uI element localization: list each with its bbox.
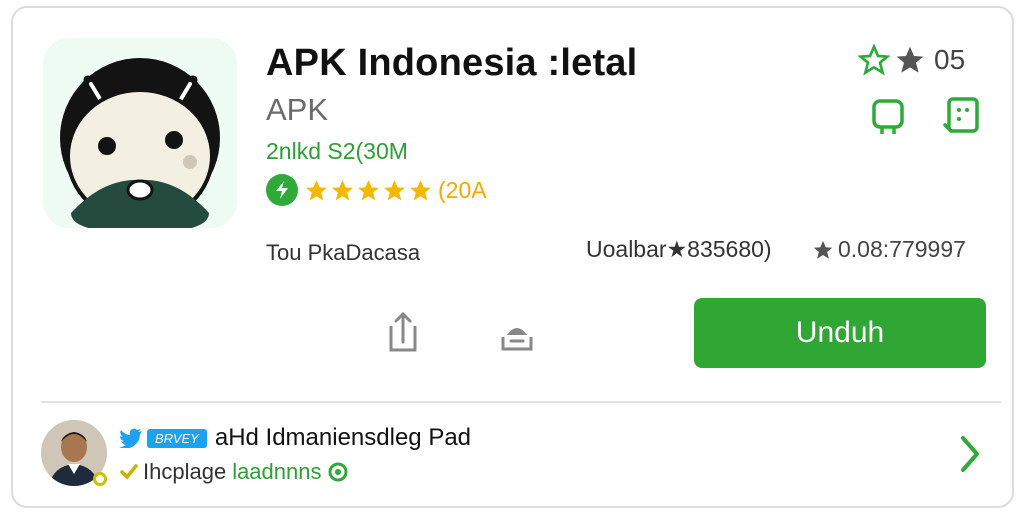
star-icon <box>358 179 379 200</box>
star-icon <box>858 44 890 76</box>
developer-name[interactable]: Tou PkaDacasa <box>266 240 420 266</box>
star-icon <box>410 179 431 200</box>
robot-icon[interactable] <box>868 94 908 138</box>
save-icon[interactable] <box>497 314 537 356</box>
share-icon[interactable] <box>383 308 423 356</box>
top-rating: 05 <box>858 44 965 76</box>
download-button[interactable]: Unduh <box>694 298 986 368</box>
top-rating-count: 05 <box>934 44 966 75</box>
rating-star-icon <box>813 240 833 259</box>
check-icon <box>120 464 138 480</box>
android-app-icon[interactable] <box>43 38 237 228</box>
review-meta: Ihcplage laadnnns <box>119 459 348 485</box>
stat-downloads: Uoalbar★835680) <box>586 236 772 262</box>
star-icon <box>332 179 353 200</box>
review-user: Ihcplage <box>143 459 227 484</box>
chevron-right-icon[interactable] <box>955 432 985 476</box>
verified-icon <box>328 462 347 482</box>
star-icon <box>384 179 405 200</box>
app-size-info: 2nlkd S2(30M <box>266 138 408 164</box>
list-icon[interactable] <box>941 94 981 138</box>
rating-count: (20A <box>438 176 487 203</box>
rating-stars <box>304 178 434 203</box>
star-icon <box>306 179 327 200</box>
play-badge-icon <box>266 174 298 206</box>
review-badge: BRVEY <box>147 428 207 448</box>
rating-row: (20A <box>266 174 487 206</box>
divider <box>41 401 1001 403</box>
twitter-icon <box>119 428 142 448</box>
review-header: BRVEY aHd Idmaniensdleg Pad <box>119 424 471 452</box>
star-icon <box>896 46 924 73</box>
review-link[interactable]: laadnnns <box>232 459 321 485</box>
review-title: aHd Idmaniensdleg Pad <box>214 424 472 451</box>
verified-icon <box>93 472 107 486</box>
stat-score-value: 0.08:779997 <box>838 236 966 262</box>
app-subtitle: APK <box>266 92 329 127</box>
app-title: APK Indonesia :letal <box>266 42 638 84</box>
stat-score: 0.08:779997 <box>810 236 966 263</box>
